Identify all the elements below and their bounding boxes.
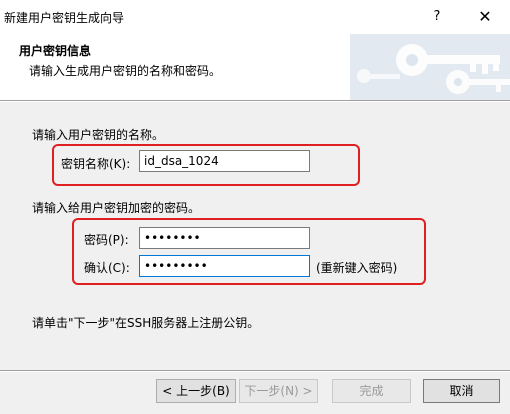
reenter-hint: (重新键入密码) xyxy=(316,261,398,275)
next-button[interactable]: 下一步(N) > xyxy=(239,379,318,403)
keys-graphic-icon xyxy=(350,34,510,100)
key-name-input[interactable]: id_dsa_1024 xyxy=(139,150,310,172)
back-button[interactable]: < 上一步(B) xyxy=(156,379,236,403)
header-subtitle: 请输入生成用户密钥的名称和密码。 xyxy=(29,64,222,78)
password-input[interactable]: •••••••• xyxy=(139,227,310,249)
confirm-label: 确认(C): xyxy=(84,261,130,275)
instruction-text: 请单击"下一步"在SSH服务器上注册公钥。 xyxy=(32,316,260,330)
confirm-password-input[interactable]: ••••••••• xyxy=(139,255,310,277)
close-button[interactable]: ✕ xyxy=(474,6,496,28)
wizard-header: 用户密钥信息 请输入生成用户密钥的名称和密码。 xyxy=(0,34,510,100)
help-button[interactable]: ? xyxy=(427,6,447,28)
header-title: 用户密钥信息 xyxy=(19,44,92,58)
finish-button[interactable]: 完成 xyxy=(332,379,411,403)
password-prompt: 请输入给用户密钥加密的密码。 xyxy=(32,201,201,215)
key-name-label: 密钥名称(K): xyxy=(61,157,131,171)
password-label: 密码(P): xyxy=(84,233,129,247)
window-title: 新建用户密钥生成向导 xyxy=(4,11,125,25)
title-bar: 新建用户密钥生成向导 ? ✕ xyxy=(0,0,510,34)
name-prompt: 请输入用户密钥的名称。 xyxy=(32,128,165,142)
cancel-button[interactable]: 取消 xyxy=(423,379,500,403)
